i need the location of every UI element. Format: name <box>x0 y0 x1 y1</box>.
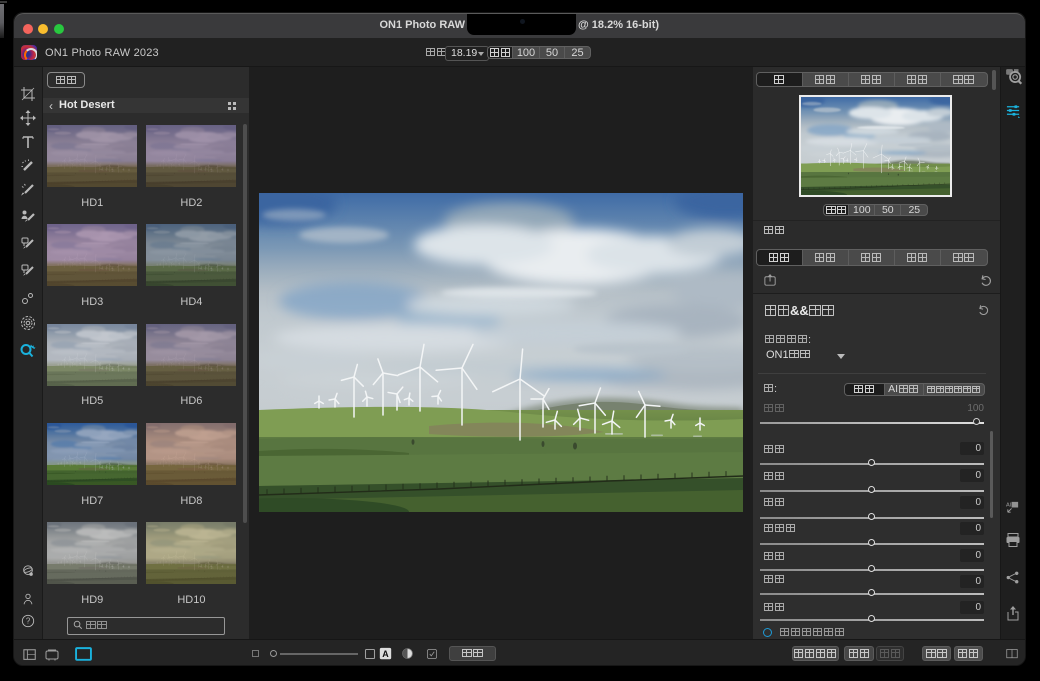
svg-text:A: A <box>382 649 389 659</box>
svg-text:AI: AI <box>1006 503 1012 509</box>
svg-text:?: ? <box>26 617 31 626</box>
